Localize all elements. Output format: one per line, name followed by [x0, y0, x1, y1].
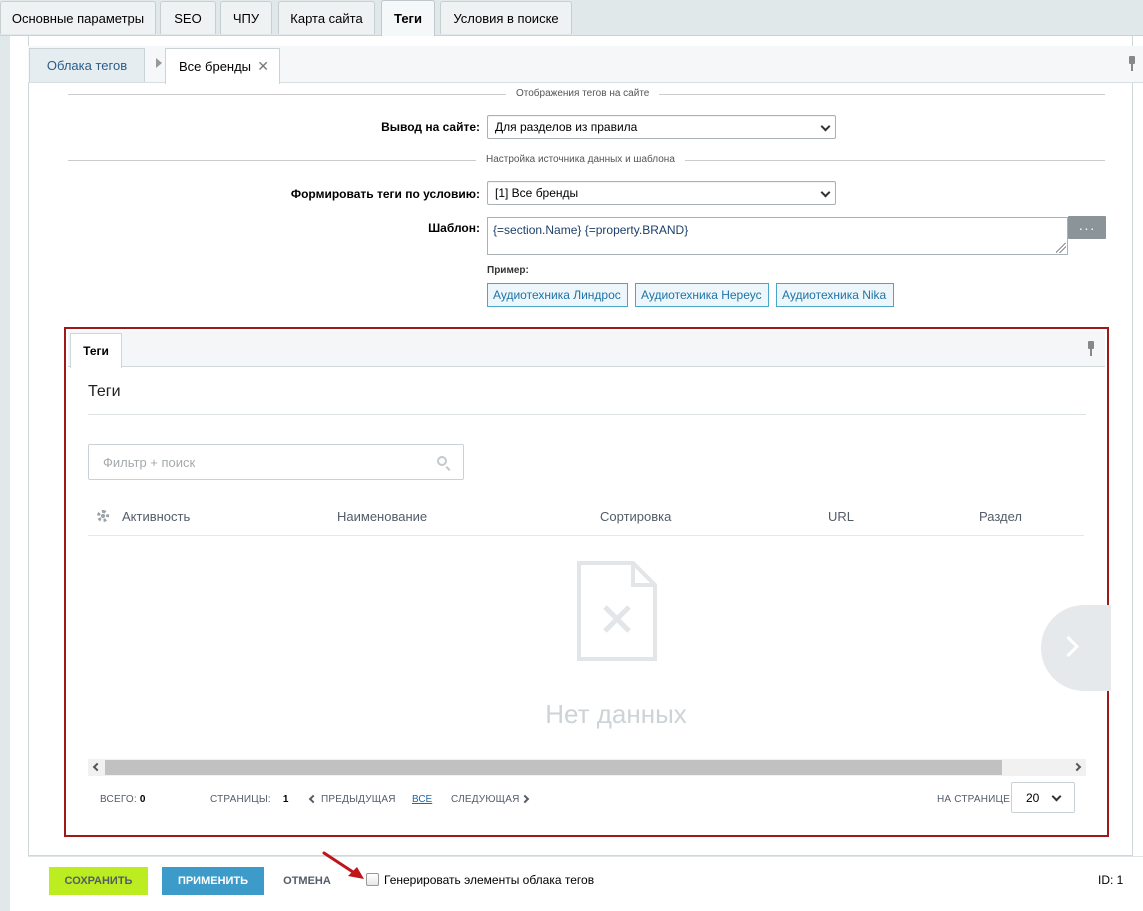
search-icon[interactable]: [437, 456, 447, 466]
empty-document-icon: [577, 561, 657, 661]
resize-handle-icon[interactable]: [1056, 243, 1066, 253]
pages-label: СТРАНИЦЫ:: [210, 794, 271, 805]
tab-search-conditions[interactable]: Условия в поиске: [440, 1, 572, 34]
chevron-left-icon: [308, 794, 318, 804]
per-page-label: НА СТРАНИЦЕ:: [937, 794, 1013, 805]
gear-icon[interactable]: [97, 510, 109, 522]
subtab-tag-clouds[interactable]: Облака тегов: [29, 48, 145, 82]
column-header-name[interactable]: Наименование: [337, 509, 427, 524]
column-header-section[interactable]: Раздел: [979, 509, 1022, 524]
condition-select[interactable]: [1] Все бренды: [487, 181, 836, 205]
pages-info: СТРАНИЦЫ: 1: [210, 794, 289, 805]
subtab-all-brands-label: Все бренды: [179, 59, 252, 74]
total-count: ВСЕГО: 0: [100, 794, 146, 805]
more-options-button[interactable]: ···: [1068, 216, 1106, 239]
grid-title: Теги: [88, 383, 121, 400]
search-placeholder: Фильтр + поиск: [103, 454, 196, 470]
output-select[interactable]: Для разделов из правила: [487, 115, 836, 139]
apply-button[interactable]: ПРИМЕНИТЬ: [162, 867, 264, 895]
template-label: Шаблон:: [428, 221, 480, 235]
save-button[interactable]: СОХРАНИТЬ: [49, 867, 148, 895]
title-divider: [88, 414, 1086, 415]
breadcrumb-arrow-icon: [156, 58, 162, 68]
example-chip[interactable]: Аудиотехника Линдрос: [487, 283, 628, 307]
total-label: ВСЕГО:: [100, 794, 137, 805]
generate-checkbox[interactable]: [366, 873, 379, 886]
sub-tab-bar: Облака тегов Все бренды ✕: [28, 46, 1143, 84]
pin-icon[interactable]: [1085, 341, 1097, 357]
tab-tags[interactable]: Теги: [381, 0, 435, 36]
scroll-right-arrow-icon[interactable]: [1072, 762, 1082, 772]
grid-tab-bar: Теги: [68, 331, 1105, 368]
condition-select-value: [1] Все бренды: [495, 186, 579, 200]
pages-value: 1: [282, 794, 289, 805]
annotation-arrow-icon: [322, 851, 364, 879]
horizontal-scrollbar[interactable]: [88, 759, 1086, 776]
total-value: 0: [139, 794, 146, 805]
generate-checkbox-label[interactable]: Генерировать элементы облака тегов: [384, 873, 594, 887]
column-header-sort[interactable]: Сортировка: [600, 509, 671, 524]
chevron-down-icon: [820, 121, 831, 132]
template-value: {=section.Name} {=property.BRAND}: [493, 223, 689, 237]
header-divider: [88, 535, 1084, 536]
top-tab-bar: Основные параметры SEO ЧПУ Карта сайта Т…: [0, 0, 1143, 36]
tab-seo[interactable]: SEO: [160, 1, 216, 34]
chevron-down-icon: [1051, 791, 1062, 802]
tab-main-params[interactable]: Основные параметры: [0, 1, 156, 34]
grid-tab-tags[interactable]: Теги: [70, 333, 122, 368]
output-select-value: Для разделов из правила: [495, 120, 638, 134]
close-icon[interactable]: ✕: [257, 58, 269, 75]
scroll-left-arrow-icon[interactable]: [92, 762, 102, 772]
all-pages-link[interactable]: ВСЕ: [412, 794, 432, 805]
template-input[interactable]: {=section.Name} {=property.BRAND}: [487, 217, 1068, 255]
scroll-right-icon[interactable]: [1041, 605, 1111, 691]
example-chip[interactable]: Аудиотехника Нереус: [635, 283, 769, 307]
output-label: Вывод на сайте:: [381, 120, 480, 134]
subtab-all-brands[interactable]: Все бренды ✕: [165, 48, 280, 84]
example-label: Пример:: [487, 265, 529, 276]
per-page-value: 20: [1026, 790, 1040, 805]
scrollbar-thumb[interactable]: [105, 760, 1002, 775]
next-page-link[interactable]: СЛЕДУЮЩАЯ: [451, 794, 520, 805]
no-data-text: Нет данных: [545, 699, 687, 729]
tab-sitemap[interactable]: Карта сайта: [278, 1, 375, 34]
chevron-right-icon: [520, 794, 530, 804]
tab-chpu[interactable]: ЧПУ: [220, 1, 272, 34]
condition-label: Формировать теги по условию:: [290, 187, 480, 201]
section-title-source: Настройка источника данных и шаблона: [476, 154, 685, 165]
record-id: ID: 1: [1098, 873, 1124, 887]
tags-grid-frame: Теги Теги Фильтр + поиск Активность Наим…: [64, 327, 1111, 837]
section-title-display: Отображения тегов на сайте: [506, 88, 660, 99]
column-header-url[interactable]: URL: [828, 509, 854, 524]
per-page-select[interactable]: 20: [1011, 782, 1075, 813]
prev-page-link[interactable]: ПРЕДЫДУЩАЯ: [321, 794, 396, 805]
column-header-activity[interactable]: Активность: [122, 509, 190, 524]
example-chip[interactable]: Аудиотехника Nika: [776, 283, 894, 307]
filter-search-input[interactable]: Фильтр + поиск: [88, 444, 464, 480]
pin-icon[interactable]: [1126, 56, 1138, 72]
chevron-down-icon: [820, 187, 831, 198]
